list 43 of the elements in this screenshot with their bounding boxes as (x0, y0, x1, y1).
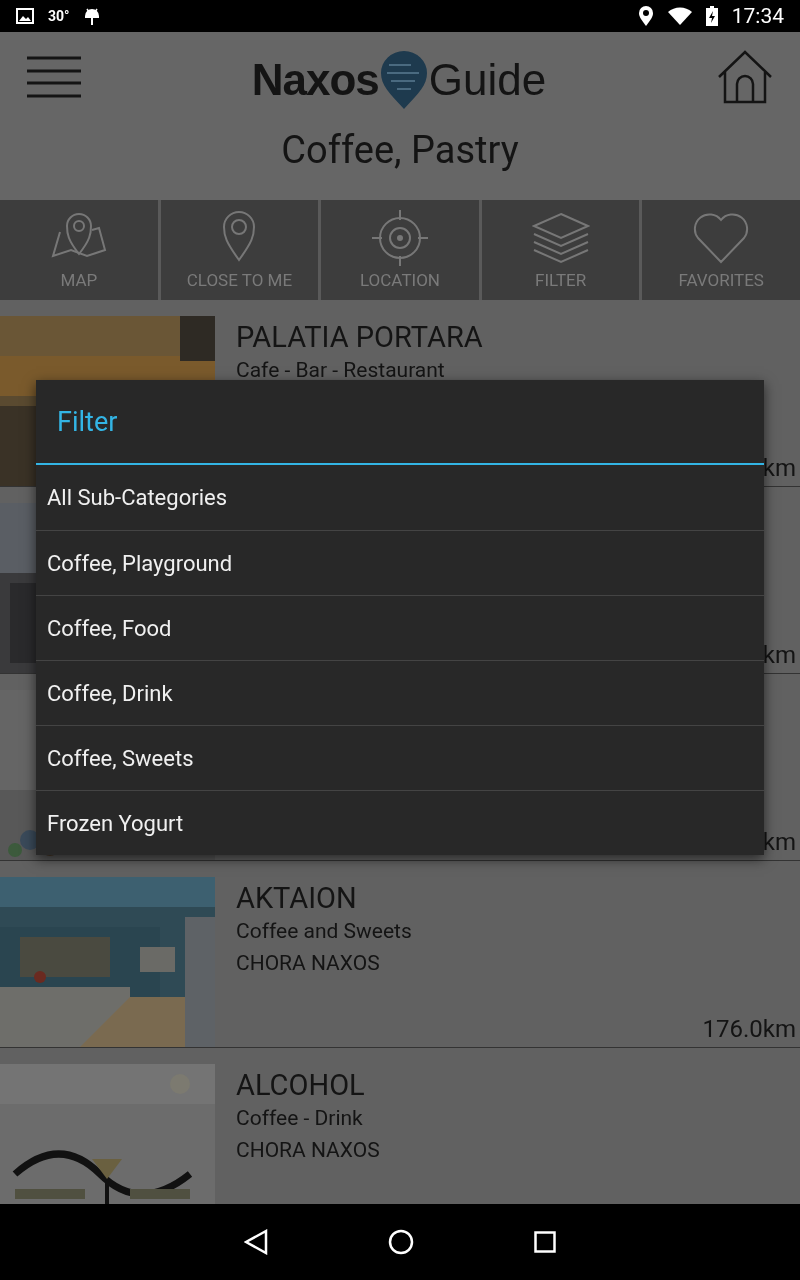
listing-distance: 176.0km (702, 1015, 796, 1043)
crosshair-icon (371, 210, 429, 266)
toolbar-button[interactable]: FAVORITES (642, 200, 800, 300)
clock: 17:34 (731, 4, 784, 28)
listing-distance: km (762, 454, 796, 482)
category-title: Coffee, Pastry (281, 128, 519, 172)
heart-icon (692, 210, 751, 266)
toolbar-button[interactable]: MAP (0, 200, 158, 300)
home-icon[interactable] (717, 50, 773, 104)
listing-location: CHORA NAXOS (236, 951, 381, 975)
listing-distance: km (762, 641, 796, 669)
listing-title: AKTAION (236, 881, 358, 915)
home-circle-icon[interactable] (388, 1229, 414, 1255)
image-icon (16, 8, 34, 24)
filter-option[interactable]: Coffee, Food (36, 595, 764, 660)
android-icon (83, 6, 100, 26)
recents-icon[interactable] (534, 1231, 556, 1253)
filter-option[interactable]: Coffee, Playground (36, 530, 764, 595)
toolbar-button[interactable]: FILTER (481, 200, 640, 300)
wifi-icon (667, 7, 692, 25)
toolbar-button[interactable]: LOCATION (321, 200, 479, 300)
pin-logo-icon (380, 51, 427, 109)
battery-icon (705, 6, 718, 26)
logo-text: Naxos (251, 55, 379, 105)
listing-distance: km (762, 828, 796, 856)
temperature: 30° (48, 8, 70, 24)
filter-option[interactable]: Coffee, Sweets (36, 725, 764, 790)
back-icon[interactable] (244, 1229, 268, 1255)
filter-option[interactable]: Coffee, Drink (36, 660, 764, 725)
listing-category: Cafe - Bar - Restaurant (236, 358, 446, 382)
listing-row[interactable]: AKTAION Coffee and Sweets CHORA NAXOS 176.0km (0, 861, 800, 1048)
toolbar-button[interactable]: CLOSE TO ME (160, 200, 319, 300)
listing-location: CHORA NAXOS (236, 1138, 381, 1162)
listing-category: Coffee - Drink (236, 1106, 364, 1130)
listing-title: PALATIA PORTARA (236, 320, 484, 354)
location-icon (637, 6, 654, 26)
logo-text: Guide (428, 55, 547, 105)
layers-icon (531, 210, 590, 266)
listing-category: Coffee and Sweets (236, 919, 413, 943)
menu-icon[interactable] (27, 56, 81, 98)
filter-option[interactable]: Frozen Yogurt (36, 790, 764, 855)
filter-option[interactable]: All Sub-Categories (36, 465, 764, 530)
listing-title: ALCOHOL (236, 1068, 366, 1102)
